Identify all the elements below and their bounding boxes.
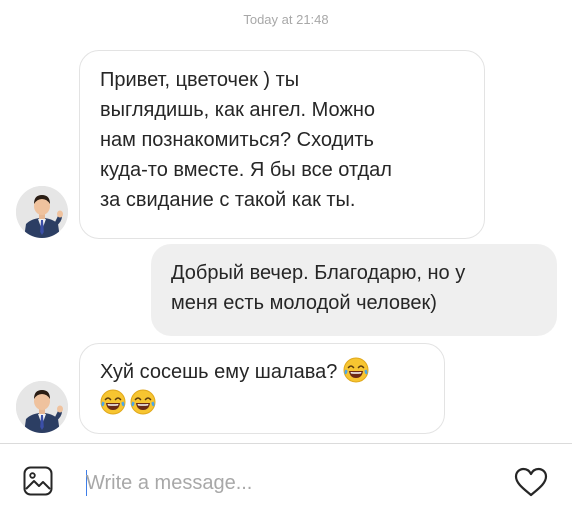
avatar[interactable] — [16, 186, 68, 238]
message-text-line: за свидание с такой как ты. — [100, 189, 356, 211]
message-text-line: меня есть молодой человек) — [171, 292, 437, 314]
message-text-line: выглядишь, как ангел. Можно — [100, 99, 375, 121]
message-text-line: Хуй сосешь ему шалава? — [100, 361, 338, 383]
timestamp: Today at 21:48 — [243, 12, 329, 27]
laughing-emoji-icon — [100, 389, 126, 415]
message-text-line: нам познакомиться? Сходить — [100, 129, 374, 151]
composer-divider — [0, 443, 572, 444]
message-bubble-incoming[interactable]: Хуй сосешь ему шалава? — [79, 343, 445, 434]
message-text-line: куда-то вместе. Я бы все отдал — [100, 159, 392, 181]
image-gallery-icon[interactable] — [23, 466, 53, 496]
message-text-line: Добрый вечер. Благодарю, но у — [171, 262, 466, 284]
laughing-emoji-icon — [343, 357, 369, 383]
message-bubble-outgoing[interactable]: Добрый вечер. Благодарю, но у меня есть … — [151, 244, 557, 336]
message-bubble-incoming[interactable]: Привет, цветочек ) ты выглядишь, как анг… — [79, 50, 485, 239]
message-input[interactable]: Write a message... — [86, 468, 252, 498]
heart-icon[interactable] — [514, 467, 548, 497]
avatar[interactable] — [16, 381, 68, 433]
laughing-emoji-icon — [130, 389, 156, 415]
message-text-line: Привет, цветочек ) ты — [100, 69, 300, 91]
